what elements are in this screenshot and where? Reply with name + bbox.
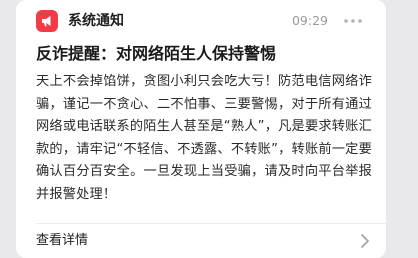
chevron-right-icon [360,233,370,249]
notification-card[interactable]: 系统通知 09:29 反诈提醒：对网络陌生人保持警惕 天上不会掉馅饼，贪图小利只… [16,0,386,258]
notification-title: 反诈提醒：对网络陌生人保持警惕 [36,44,277,63]
view-details-label: 查看详情 [36,233,89,248]
divider [36,223,386,224]
notification-header: 系统通知 09:29 [36,10,366,32]
notification-time: 09:29 [291,13,328,28]
app-name: 系统通知 [68,13,124,29]
view-details-link[interactable]: 查看详情 [36,230,370,252]
megaphone-icon [36,10,58,32]
notification-body: 天上不会掉馅饼，贪图小利只会吃大亏！防范电信网络诈骗，谨记一不贪心、二不怕事、三… [36,74,372,202]
more-options-icon[interactable] [340,10,366,32]
